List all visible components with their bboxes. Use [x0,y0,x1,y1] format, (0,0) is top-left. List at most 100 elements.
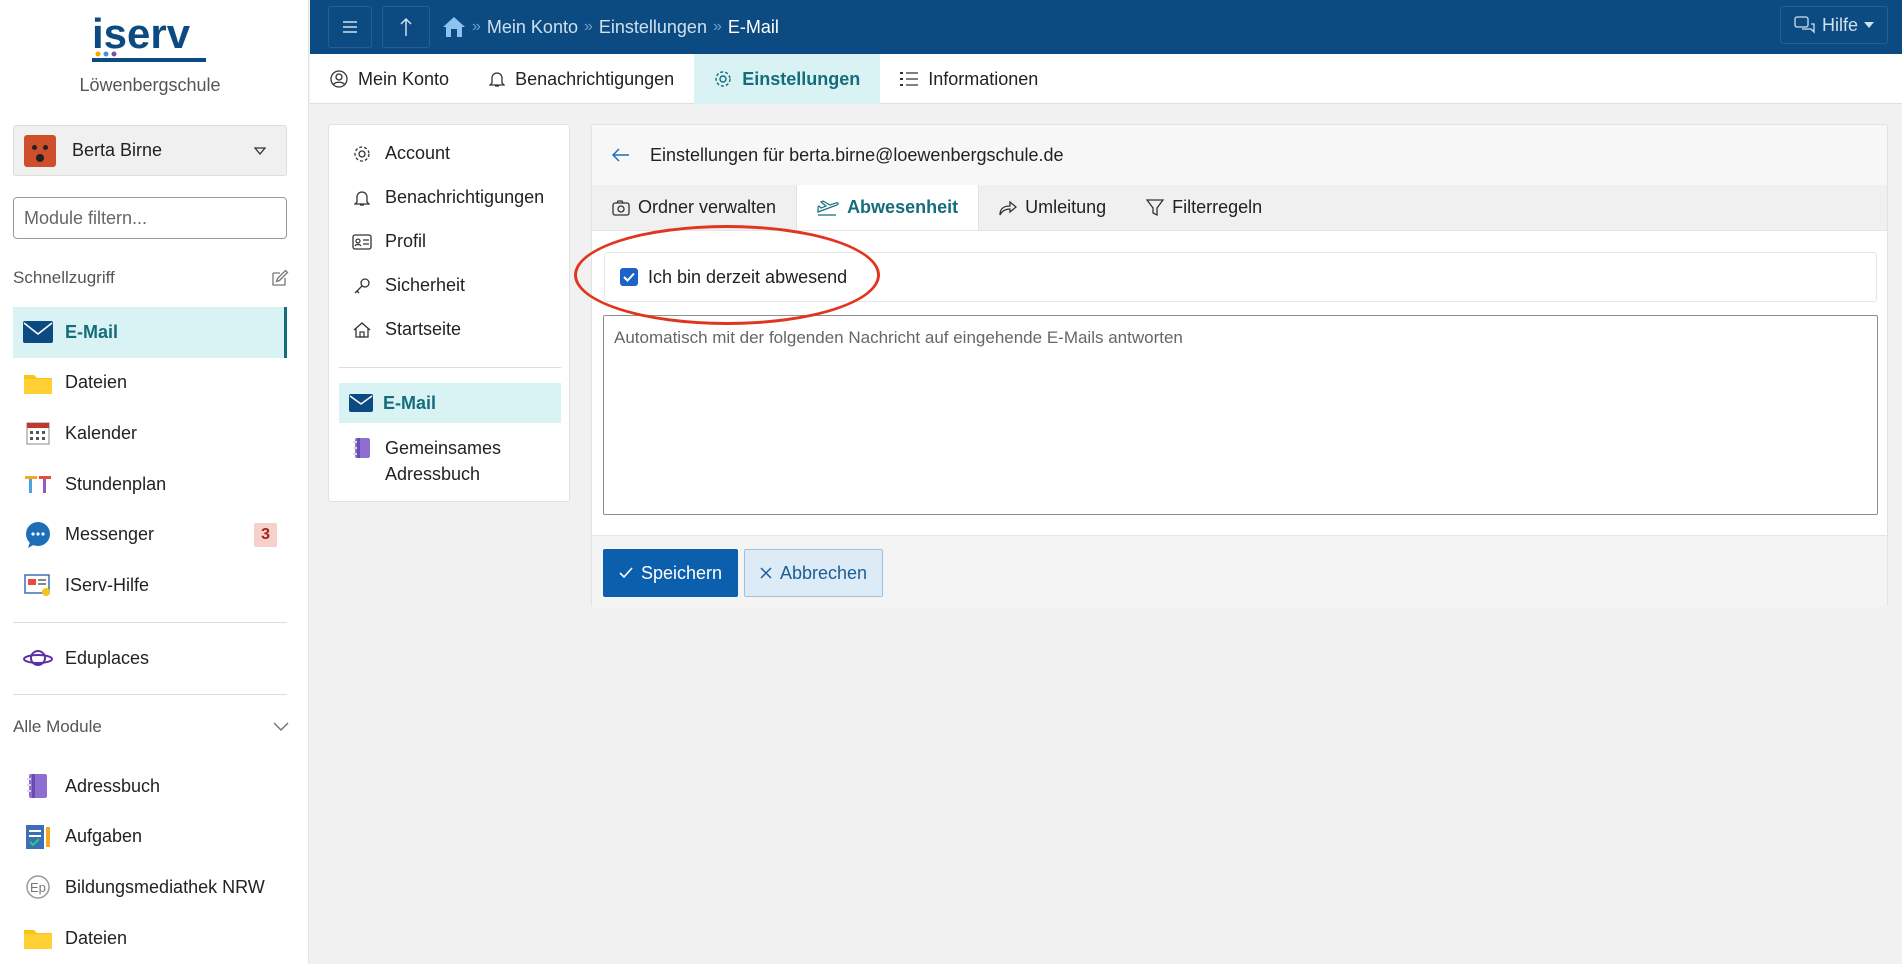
sidebar-item-label: Adressbuch [65,775,161,796]
save-button[interactable]: Speichern [603,549,738,597]
tab-label: Umleitung [1025,197,1107,217]
panel-header: Einstellungen für berta.birne@loewenberg… [592,125,1887,185]
settings-item-label: Benachrichtigungen [385,187,545,207]
divider [339,367,561,368]
tab-einstellungen[interactable]: Einstellungen [694,54,881,104]
sidebar-item-calendar[interactable]: Kalender [13,408,287,459]
settings-nav: Account Benachrichtigungen Profil Sicher… [328,124,570,502]
caret-down-icon [254,146,266,155]
addressbook-line-1: Gemeinsames [385,438,502,458]
avatar [24,134,56,167]
mediathek-icon: Ep [23,874,53,900]
tab-informationen[interactable]: Informationen [880,54,1058,104]
settings-item-startpage[interactable]: Startseite [329,319,571,340]
sidebar-item-mediathek[interactable]: Ep Bildungsmediathek NRW [13,862,287,913]
bell-icon [489,72,506,87]
tab-umleitung[interactable]: Umleitung [979,185,1126,230]
home-icon[interactable] [442,16,466,38]
help-button[interactable]: Hilfe [1780,6,1888,44]
help-doc-icon [23,572,53,598]
folder-icon [23,925,53,951]
cancel-button[interactable]: Abbrechen [744,549,883,597]
gear-icon [715,71,731,87]
check-icon [619,567,633,579]
user-name: Berta Birne [72,140,163,160]
settings-item-email[interactable]: E-Mail [339,383,561,423]
timetable-icon [23,471,53,497]
forward-icon [999,200,1018,215]
addressbook-icon [23,773,53,799]
settings-item-label: Gemeinsames Adressbuch [385,435,501,487]
addressbook-icon [351,437,373,459]
unread-badge: 3 [254,522,277,547]
breadcrumb-einstellungen[interactable]: Einstellungen [599,17,707,38]
help-label: Hilfe [1821,14,1858,35]
form-footer: Speichern Abbrechen [592,535,1887,607]
sidebar-item-label: Eduplaces [65,647,150,668]
tab-label: Abwesenheit [847,197,959,217]
settings-item-profile[interactable]: Profil [329,231,571,252]
close-icon [760,567,772,579]
tab-abwesenheit[interactable]: Abwesenheit [796,185,980,230]
mail-icon [349,394,373,412]
up-button[interactable] [382,6,430,48]
sidebar-item-iserv-help[interactable]: IServ-Hilfe [13,560,287,611]
sidebar-item-files-2[interactable]: Dateien [13,913,287,964]
gear-icon [351,145,373,163]
filter-icon [1146,198,1165,216]
sidebar-item-tasks[interactable]: Aufgaben [13,812,287,863]
email-settings-panel: Einstellungen für berta.birne@loewenberg… [591,124,1888,607]
tab-mein-konto[interactable]: Mein Konto [310,54,469,104]
id-card-icon [351,233,373,250]
hamburger-icon [343,21,357,33]
sidebar-item-eduplaces[interactable]: Eduplaces [13,633,287,684]
quick-access-header: Schnellzugriff [13,268,289,288]
tab-benachrichtigungen[interactable]: Benachrichtigungen [469,54,694,104]
quick-access-label: Schnellzugriff [13,268,115,287]
sidebar-item-email[interactable]: E-Mail [13,307,287,358]
sidebar-item-files[interactable]: Dateien [13,358,287,409]
tab-ordner-verwalten[interactable]: Ordner verwalten [592,185,796,230]
module-filter-input[interactable] [13,197,287,239]
breadcrumb-separator: » [472,18,481,35]
save-label: Speichern [640,562,723,583]
cancel-label: Abbrechen [779,562,868,583]
home-icon [351,321,373,339]
arrow-up-icon [400,17,412,36]
sidebar-item-label: E-Mail [65,321,119,342]
bell-icon [351,189,373,207]
settings-item-label: Account [385,143,451,163]
back-arrow-icon[interactable] [612,148,630,162]
auto-reply-message[interactable] [603,315,1878,515]
school-name: Löwenbergschule [79,75,221,95]
folder-icon [23,370,53,396]
breadcrumb-separator: » [583,18,593,35]
sidebar-item-label: Messenger [65,524,155,545]
tasks-icon [23,824,53,850]
sidebar-item-messenger[interactable]: Messenger 3 [13,509,287,560]
settings-item-shared-addressbook[interactable]: Gemeinsames Adressbuch [329,435,571,487]
divider [13,622,287,623]
settings-item-account[interactable]: Account [329,143,571,164]
top-bar: » Mein Konto » Einstellungen » E-Mail Hi… [310,0,1902,54]
sidebar-item-addressbook[interactable]: Adressbuch [13,761,287,812]
breadcrumb-mein-konto[interactable]: Mein Konto [487,17,578,38]
settings-item-label: Sicherheit [385,275,466,295]
all-modules-label: Alle Module [13,717,102,736]
user-menu[interactable]: Berta Birne [13,125,287,176]
tab-label: Informationen [928,68,1039,89]
sidebar-item-timetable[interactable]: Stundenplan [13,459,287,510]
all-modules-header[interactable]: Alle Module [13,717,289,737]
tab-filterregeln[interactable]: Filterregeln [1126,185,1282,230]
plane-icon [817,199,839,216]
iserv-logo[interactable]: iserv [90,16,210,64]
menu-toggle-button[interactable] [328,6,372,48]
settings-item-notifications[interactable]: Benachrichtigungen [329,187,571,208]
sidebar: iserv Löwenbergschule Berta Birne Schnel… [0,0,309,964]
edit-icon[interactable] [271,269,289,287]
chat-bubbles-icon [1794,16,1815,34]
addressbook-line-2: Adressbuch [385,464,481,484]
account-tabs: Mein Konto Benachrichtigungen Einstellun… [310,54,1902,104]
settings-item-security[interactable]: Sicherheit [329,275,571,296]
user-circle-icon [330,70,348,88]
